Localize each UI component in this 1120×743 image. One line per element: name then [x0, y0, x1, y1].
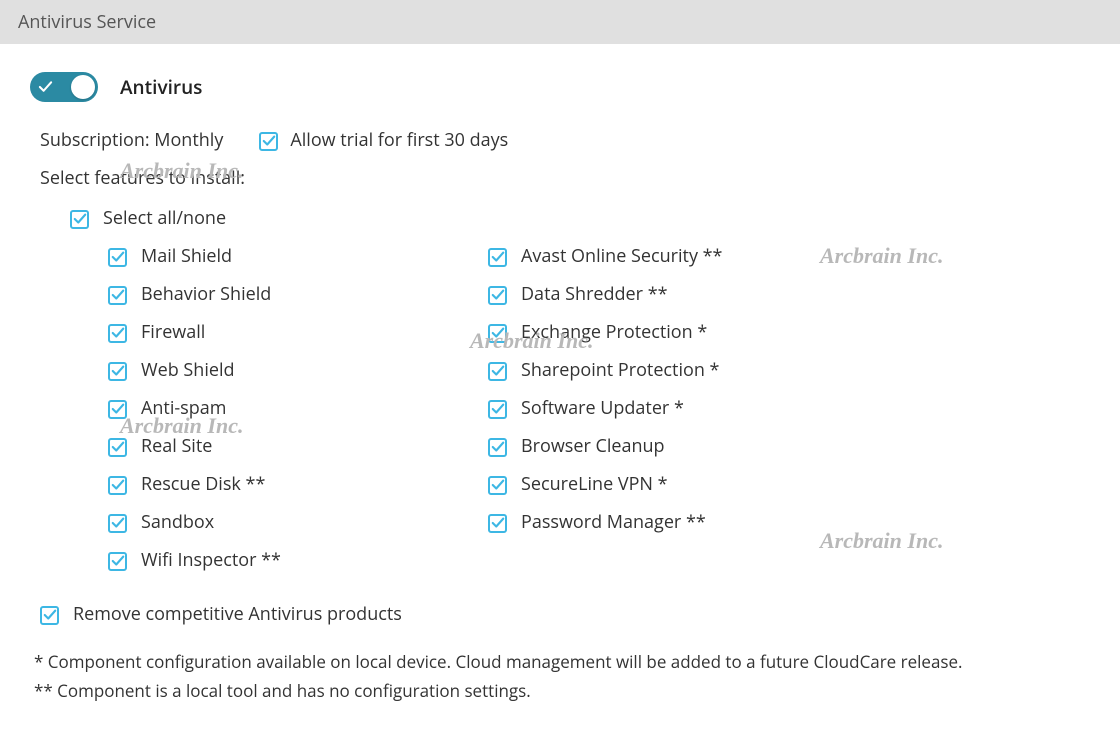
- panel-header: Antivirus Service: [0, 0, 1120, 44]
- feature-label: Sandbox: [141, 510, 214, 534]
- feature-item: Sandbox: [108, 510, 488, 534]
- feature-item: Software Updater *: [488, 396, 868, 420]
- feature-label: Browser Cleanup: [521, 434, 665, 458]
- feature-label: Wifi Inspector **: [141, 548, 281, 572]
- check-icon: [38, 80, 53, 95]
- feature-label: Rescue Disk **: [141, 472, 265, 496]
- feature-item: Wifi Inspector **: [108, 548, 488, 572]
- feature-item: Real Site: [108, 434, 488, 458]
- toggle-knob: [71, 75, 95, 99]
- antivirus-toggle[interactable]: [30, 72, 98, 102]
- allow-trial-checkbox[interactable]: [259, 132, 278, 151]
- feature-item: Rescue Disk **: [108, 472, 488, 496]
- select-all-checkbox[interactable]: [70, 210, 89, 229]
- select-all-label: Select all/none: [103, 206, 226, 230]
- feature-label: Firewall: [141, 320, 205, 344]
- feature-label: Sharepoint Protection *: [521, 358, 719, 382]
- feature-label: Avast Online Security **: [521, 244, 722, 268]
- feature-checkbox[interactable]: [488, 514, 507, 533]
- remove-competitive-label: Remove competitive Antivirus products: [73, 602, 402, 626]
- feature-checkbox[interactable]: [108, 324, 127, 343]
- feature-checkbox[interactable]: [488, 476, 507, 495]
- antivirus-toggle-label: Antivirus: [120, 74, 202, 100]
- footnote-2: ** Component is a local tool and has no …: [34, 677, 1090, 706]
- allow-trial-label: Allow trial for first 30 days: [290, 128, 508, 152]
- feature-checkbox[interactable]: [108, 514, 127, 533]
- feature-item: Password Manager **: [488, 510, 868, 534]
- feature-item: Behavior Shield: [108, 282, 488, 306]
- feature-checkbox[interactable]: [108, 476, 127, 495]
- feature-checkbox[interactable]: [108, 438, 127, 457]
- feature-label: Anti-spam: [141, 396, 226, 420]
- feature-item: Data Shredder **: [488, 282, 868, 306]
- feature-checkbox[interactable]: [488, 286, 507, 305]
- feature-label: Real Site: [141, 434, 212, 458]
- feature-label: Data Shredder **: [521, 282, 668, 306]
- feature-label: Behavior Shield: [141, 282, 271, 306]
- feature-item: Web Shield: [108, 358, 488, 382]
- feature-item: Sharepoint Protection *: [488, 358, 868, 382]
- select-features-label: Select features to install:: [40, 166, 1090, 190]
- feature-label: Exchange Protection *: [521, 320, 707, 344]
- panel-title: Antivirus Service: [18, 10, 156, 34]
- feature-item: Mail Shield: [108, 244, 488, 268]
- feature-checkbox[interactable]: [108, 552, 127, 571]
- feature-checkbox[interactable]: [108, 400, 127, 419]
- feature-checkbox[interactable]: [488, 324, 507, 343]
- feature-label: Web Shield: [141, 358, 235, 382]
- feature-label: Mail Shield: [141, 244, 232, 268]
- subscription-label: Subscription: Monthly: [40, 128, 223, 152]
- feature-item: Exchange Protection *: [488, 320, 868, 344]
- feature-item: Avast Online Security **: [488, 244, 868, 268]
- footnote-1: * Component configuration available on l…: [34, 648, 1090, 677]
- feature-item: Firewall: [108, 320, 488, 344]
- feature-label: Software Updater *: [521, 396, 684, 420]
- feature-checkbox[interactable]: [108, 362, 127, 381]
- feature-label: Password Manager **: [521, 510, 706, 534]
- feature-checkbox[interactable]: [488, 400, 507, 419]
- feature-checkbox[interactable]: [108, 248, 127, 267]
- feature-item: Anti-spam: [108, 396, 488, 420]
- feature-checkbox[interactable]: [488, 248, 507, 267]
- feature-checkbox[interactable]: [488, 362, 507, 381]
- feature-label: SecureLine VPN *: [521, 472, 668, 496]
- remove-competitive-checkbox[interactable]: [40, 606, 59, 625]
- feature-item: SecureLine VPN *: [488, 472, 868, 496]
- feature-checkbox[interactable]: [108, 286, 127, 305]
- feature-checkbox[interactable]: [488, 438, 507, 457]
- feature-item: Browser Cleanup: [488, 434, 868, 458]
